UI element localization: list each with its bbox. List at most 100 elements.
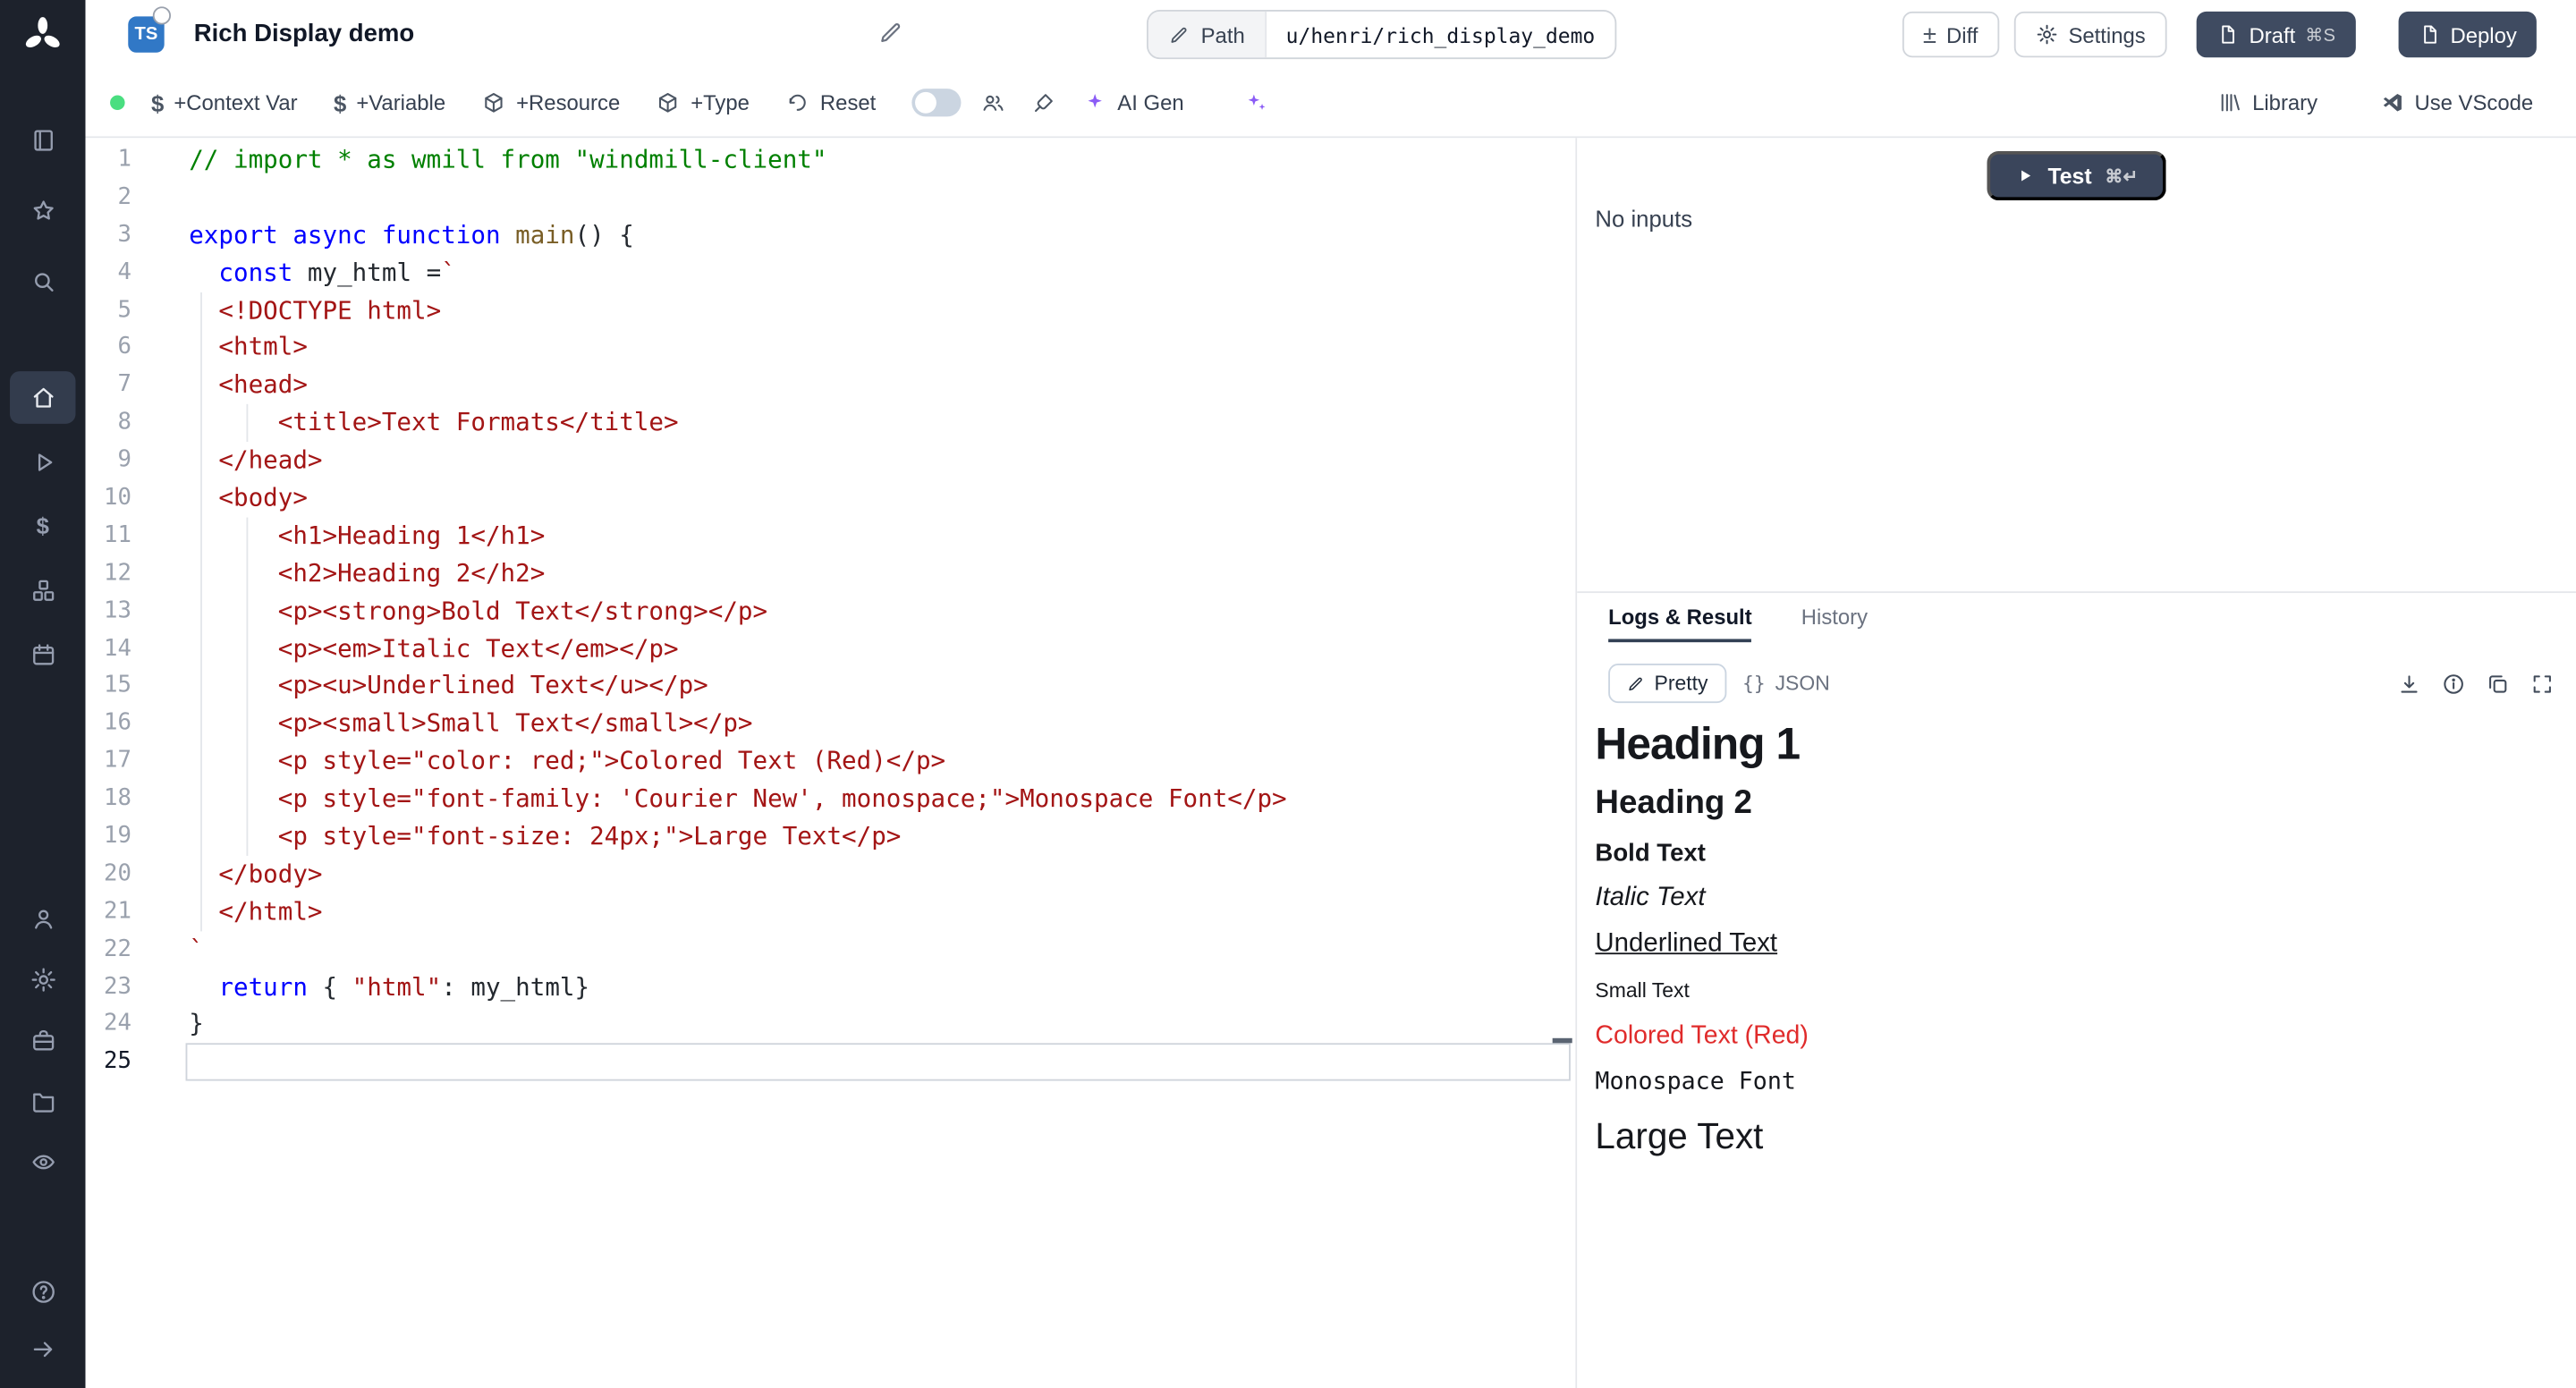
collapse-arrow-right-icon[interactable]	[10, 1323, 75, 1375]
language-badge-status-dot	[153, 6, 171, 24]
path-value[interactable]: u/henri/rich_display_demo	[1267, 12, 1615, 57]
reset-icon	[785, 90, 810, 115]
code-line[interactable]: 6 <html>	[86, 329, 1576, 367]
tab-logs-result[interactable]: Logs & Result	[1608, 605, 1752, 642]
test-shortcut: ⌘↵	[2105, 165, 2138, 187]
help-icon[interactable]	[10, 1265, 75, 1317]
sidebar: $	[0, 0, 86, 1388]
line-number: 17	[86, 743, 148, 781]
variables-dollar-icon[interactable]: $	[10, 499, 75, 552]
download-icon[interactable]	[2397, 671, 2422, 696]
add-resource-button[interactable]: +Resource	[482, 90, 621, 115]
search-icon[interactable]	[10, 255, 75, 308]
code-line[interactable]: 17 <p style="color: red;">Colored Text (…	[86, 743, 1576, 781]
edit-title-pencil-icon[interactable]	[877, 20, 903, 46]
result-h1: Heading 1	[1595, 719, 2557, 770]
gear-icon	[2036, 23, 2059, 47]
vscode-logo-icon	[2380, 90, 2405, 115]
schedules-calendar-icon[interactable]	[10, 628, 75, 681]
result-h2: Heading 2	[1595, 785, 2557, 823]
ai-gen-button[interactable]: AI Gen	[1083, 90, 1184, 115]
settings-button[interactable]: Settings	[2014, 12, 2167, 57]
rich-result: Heading 1Heading 2Bold TextItalic TextUn…	[1577, 703, 2576, 1158]
runs-play-icon[interactable]	[10, 436, 75, 488]
add-type-button[interactable]: +Type	[657, 90, 750, 115]
code-line[interactable]: 19 <p style="font-size: 24px;">Large Tex…	[86, 818, 1576, 856]
multiplayer-toggle[interactable]	[912, 89, 962, 116]
add-context-var-button[interactable]: $ +Context Var	[151, 90, 298, 115]
windmill-logo-icon[interactable]	[21, 15, 64, 58]
tab-history[interactable]: History	[1801, 605, 1868, 642]
gear-icon[interactable]	[10, 952, 75, 1005]
users-icon[interactable]	[981, 90, 1006, 115]
result-controls: Pretty {} JSON	[1577, 642, 2576, 703]
line-number: 13	[86, 592, 148, 630]
code-line[interactable]: 22`	[86, 931, 1576, 969]
line-number: 14	[86, 631, 148, 668]
line-number: 2	[86, 179, 148, 216]
dollar-icon: $	[334, 91, 346, 114]
pen-icon	[1626, 674, 1644, 692]
results-section: Logs & Result History Pretty {} JSON	[1577, 591, 2576, 1388]
code-line[interactable]: 18 <p style="font-family: 'Courier New',…	[86, 781, 1576, 818]
user-icon[interactable]	[10, 892, 75, 944]
sidebar-group-bottom	[10, 1265, 75, 1375]
deploy-button[interactable]: Deploy	[2398, 12, 2537, 57]
code-line[interactable]: 25	[86, 1044, 1576, 1081]
resources-cubes-icon[interactable]	[10, 563, 75, 616]
code-line[interactable]: 20 </body>	[86, 856, 1576, 893]
format-brush-icon[interactable]	[1032, 90, 1057, 115]
code-line[interactable]: 23 return { "html": my_html}	[86, 969, 1576, 1006]
path-field[interactable]: Path u/henri/rich_display_demo	[1147, 10, 1616, 59]
line-number: 8	[86, 404, 148, 442]
line-number: 23	[86, 969, 148, 1006]
result-underline: Underlined Text	[1595, 930, 2557, 960]
line-number: 4	[86, 254, 148, 292]
info-icon[interactable]	[2441, 671, 2466, 696]
code-line[interactable]: 24}	[86, 1006, 1576, 1044]
add-variable-button[interactable]: $ +Variable	[334, 90, 445, 115]
code-line[interactable]: 9 </head>	[86, 442, 1576, 479]
code-line[interactable]: 16 <p><small>Small Text</small></p>	[86, 706, 1576, 743]
code-line[interactable]: 15 <p><u>Underlined Text</u></p>	[86, 668, 1576, 706]
preview-panel: Test ⌘↵ No inputs Logs & Result History …	[1577, 138, 2576, 1388]
editor-toolbar: $ +Context Var $ +Variable +Resource +Ty…	[86, 69, 2576, 138]
code-line[interactable]: 2	[86, 179, 1576, 216]
library-button[interactable]: Library	[2218, 90, 2318, 115]
line-number: 20	[86, 856, 148, 893]
app-window: $ TS Rich Display demo Path	[0, 0, 2576, 1388]
diff-button[interactable]: ± Diff	[1902, 12, 1999, 57]
use-vscode-button[interactable]: Use VScode	[2380, 90, 2533, 115]
code-line[interactable]: 3export async function main() {	[86, 216, 1576, 254]
sparkles-icon[interactable]	[1243, 90, 1268, 115]
book-icon[interactable]	[10, 114, 75, 166]
test-button[interactable]: Test ⌘↵	[1987, 151, 2166, 200]
reset-button[interactable]: Reset	[785, 90, 876, 115]
toolbox-icon[interactable]	[10, 1013, 75, 1066]
code-line[interactable]: 14 <p><em>Italic Text</em></p>	[86, 631, 1576, 668]
line-number: 19	[86, 818, 148, 856]
expand-icon[interactable]	[2530, 671, 2555, 696]
copy-icon[interactable]	[2486, 671, 2511, 696]
code-line[interactable]: 8 <title>Text Formats</title>	[86, 404, 1576, 442]
code-line[interactable]: 4 const my_html =`	[86, 254, 1576, 292]
line-number: 10	[86, 479, 148, 517]
star-icon[interactable]	[10, 184, 75, 237]
code-line[interactable]: 13 <p><strong>Bold Text</strong></p>	[86, 592, 1576, 630]
code-line[interactable]: 12 <h2>Heading 2</h2>	[86, 554, 1576, 592]
eye-icon[interactable]	[10, 1135, 75, 1188]
code-line[interactable]: 1// import * as wmill from "windmill-cli…	[86, 141, 1576, 179]
code-line[interactable]: 21 </html>	[86, 893, 1576, 931]
code-line[interactable]: 5 <!DOCTYPE html>	[86, 292, 1576, 329]
line-number: 15	[86, 668, 148, 706]
folder-icon[interactable]	[10, 1074, 75, 1127]
pretty-toggle[interactable]: Pretty	[1608, 664, 1726, 703]
code-line[interactable]: 10 <body>	[86, 479, 1576, 517]
draft-button[interactable]: Draft ⌘S	[2197, 12, 2355, 57]
line-number: 9	[86, 442, 148, 479]
code-editor[interactable]: 1// import * as wmill from "windmill-cli…	[86, 138, 1578, 1388]
home-icon[interactable]	[10, 371, 75, 424]
code-line[interactable]: 7 <head>	[86, 367, 1576, 404]
json-toggle[interactable]: {} JSON	[1726, 665, 1846, 701]
code-line[interactable]: 11 <h1>Heading 1</h1>	[86, 517, 1576, 554]
